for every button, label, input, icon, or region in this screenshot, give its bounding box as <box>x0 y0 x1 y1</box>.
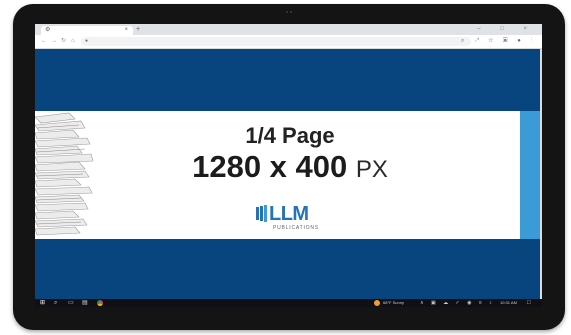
task-view-icon[interactable]: ▭ <box>68 299 74 307</box>
browser-tab[interactable]: ⚙ × <box>41 26 133 35</box>
notifications-icon[interactable]: □ <box>527 299 531 307</box>
address-bar[interactable]: ● <box>81 37 471 46</box>
back-button[interactable]: ← <box>41 37 47 45</box>
ad-dimensions-value: 1280 x 400 <box>192 149 348 184</box>
home-button[interactable]: ⌂ <box>71 37 75 45</box>
tab-favicon-icon: ⚙ <box>45 27 51 33</box>
tab-close-icon[interactable]: × <box>124 27 128 34</box>
browser-toolbar: ← → ↻ ⌂ ● ⌕ ↗ ☆ ▣ ● ⋮ <box>35 35 542 49</box>
ad-size-label: 1/4 Page <box>245 123 335 148</box>
browser-tab-strip: ⚙ × + – □ × <box>35 24 542 35</box>
reload-button[interactable]: ↻ <box>61 37 66 45</box>
chrome-icon[interactable] <box>97 300 103 306</box>
page-content: 1/4 Page 1280 x 400 PX LLM PUBLICATIONS <box>35 49 542 302</box>
logo-subtitle: PUBLICATIONS <box>273 225 319 231</box>
windows-taskbar: ⊞ ⌕ ▭ ▤ 68°F Sunny ∧ ▣ ☁ ✓ ◉ ≡ ♪ 10:31 A… <box>35 299 542 307</box>
camera-dots <box>286 11 292 13</box>
accent-bar <box>520 111 542 239</box>
window-controls[interactable]: – □ × <box>477 25 536 34</box>
page-scrollbar[interactable] <box>540 49 542 302</box>
toolbar-icons[interactable]: ⌕ ↗ ☆ ▣ ● ⋮ <box>461 37 536 45</box>
logo-mark-icon <box>256 205 267 222</box>
ad-dimensions: 1280 x 400 PX <box>75 149 505 185</box>
start-icon[interactable]: ⊞ <box>40 299 45 307</box>
ad-dimensions-unit: PX <box>355 156 388 183</box>
logo-wordmark: LLM <box>269 203 309 225</box>
new-tab-button[interactable]: + <box>136 26 140 34</box>
system-tray-icons[interactable]: ∧ ▣ ☁ ✓ ◉ ≡ ♪ <box>420 299 495 307</box>
site-info-icon[interactable]: ● <box>85 38 88 45</box>
weather-icon[interactable] <box>374 300 380 306</box>
search-icon[interactable]: ⌕ <box>54 299 57 307</box>
weather-text[interactable]: 68°F Sunny <box>383 299 404 307</box>
device-screen: ⚙ × + – □ × ← → ↻ ⌂ ● ⌕ ↗ ☆ ▣ ● ⋮ 1/4 Pa… <box>35 24 542 307</box>
clock[interactable]: 10:31 AM <box>500 299 517 307</box>
ad-banner: 1/4 Page 1280 x 400 PX LLM PUBLICATIONS <box>35 111 542 239</box>
llm-publications-logo: LLM PUBLICATIONS <box>256 203 346 235</box>
file-explorer-icon[interactable]: ▤ <box>82 299 88 307</box>
forward-button[interactable]: → <box>51 37 57 45</box>
tablet-device: ⚙ × + – □ × ← → ↻ ⌂ ● ⌕ ↗ ☆ ▣ ● ⋮ 1/4 Pa… <box>13 4 565 330</box>
